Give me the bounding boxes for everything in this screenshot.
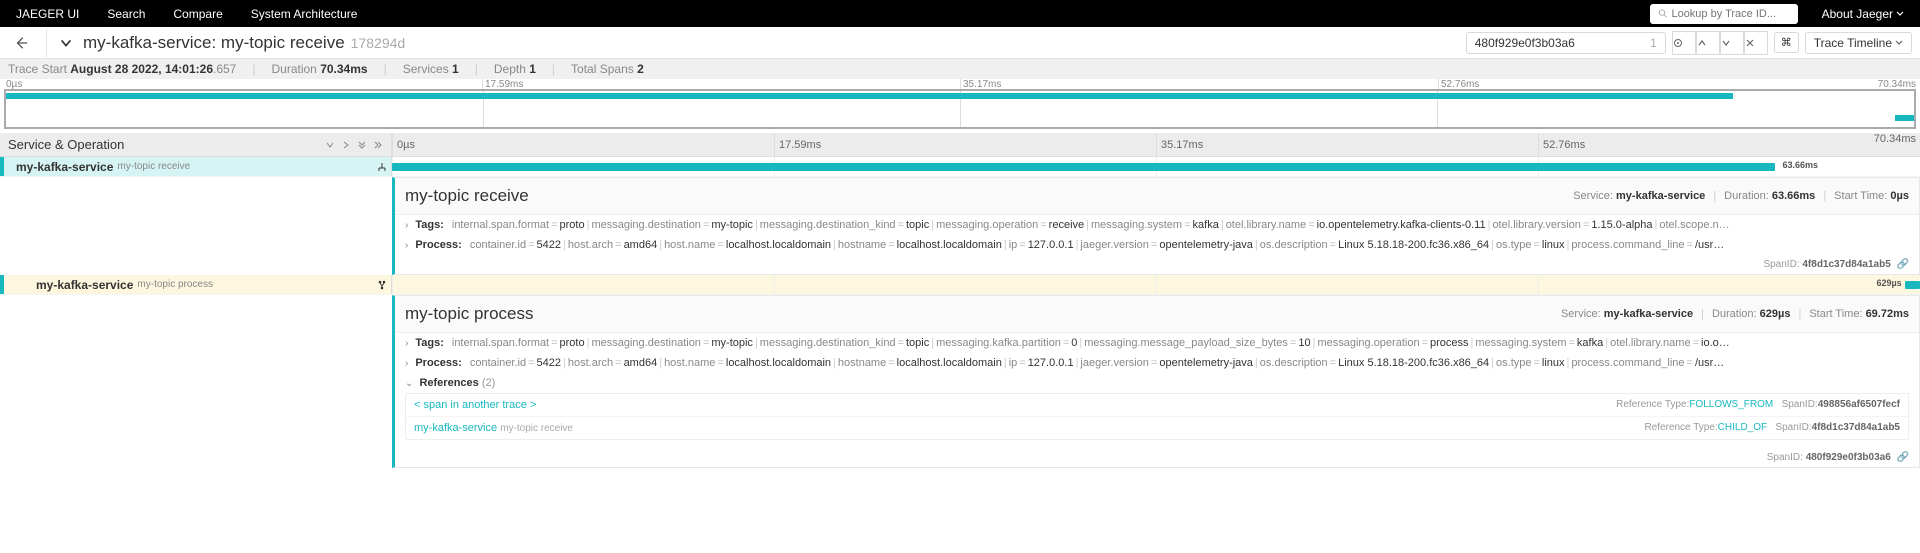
trace-search-nav [1672,31,1768,55]
search-locate-button[interactable] [1672,31,1696,55]
span-detail-title: my-topic process [405,304,533,324]
process-row[interactable]: › Process: container.id=5422|host.arch=a… [395,353,1919,373]
chevron-right-icon: › [405,338,408,349]
chevron-right-icon: › [405,240,408,251]
brand-link[interactable]: JAEGER UI [16,7,79,21]
close-icon [1745,38,1755,48]
chevron-down-icon [1895,39,1903,47]
arrow-left-icon [14,36,28,50]
chevron-down-icon [325,140,335,150]
trace-search-count: 1 [1650,36,1657,50]
service-op-header: Service & Operation [8,137,124,152]
spanid-row: SpanID: 4f8d1c37d84a1ab5 🔗 [395,255,1919,274]
double-chevron-down-icon [357,140,367,150]
span-operation: my-topic receive [117,161,190,172]
search-next-button[interactable] [1720,31,1744,55]
link-icon: 🔗 [1897,259,1909,270]
trace-title: my-kafka-service: my-topic receive 17829… [83,33,405,53]
chevron-right-icon: › [405,220,408,231]
span-detail-title: my-topic receive [405,186,529,206]
tick-3: 52.76ms [1538,133,1920,156]
trace-id-search[interactable] [1650,4,1798,24]
chevron-right-icon: › [405,358,408,369]
tick-0: 0µs [392,133,774,156]
nav-search[interactable]: Search [107,7,145,21]
chevron-down-icon: ⌄ [405,378,413,389]
search-clear-button[interactable] [1744,31,1768,55]
tick-4: 70.34ms [1870,133,1920,145]
trace-id-short: 178294d [351,35,406,51]
reference-row[interactable]: my-kafka-service my-topic receive Refere… [406,417,1908,439]
span-row[interactable]: my-kafka-service my-topic receive 63.66m… [0,157,1920,177]
double-chevron-right-icon [373,140,383,150]
spanid-row: SpanID: 480f929e0f3b03a6 🔗 [395,448,1919,467]
tags-row[interactable]: › Tags: internal.span.format=proto|messa… [395,333,1919,353]
nav-compare[interactable]: Compare [173,7,222,21]
reference-row[interactable]: < span in another trace > Reference Type… [406,394,1908,417]
tags-row[interactable]: › Tags: internal.span.format=proto|messa… [395,215,1919,235]
expand-one-button[interactable] [341,140,351,150]
collapse-toggle[interactable] [59,36,73,50]
view-mode-select[interactable]: Trace Timeline [1805,32,1912,54]
minimap-ticks: 0µs 17.59ms 35.17ms 52.76ms 70.34ms [0,79,1920,89]
span-detail: my-topic receive Service: my-kafka-servi… [392,177,1920,275]
tick-1: 17.59ms [774,133,1156,156]
minimap[interactable] [4,89,1916,129]
refs-toggle[interactable]: ⌄ References (2) [405,377,495,389]
span-service: my-kafka-service [36,278,133,292]
trace-search-value: 480f929e0f3b03a6 [1475,36,1575,50]
span-duration: 629µs [1876,278,1901,288]
collapse-one-button[interactable] [325,140,335,150]
chevron-down-icon [1721,38,1731,48]
span-operation: my-topic process [137,279,213,290]
span-duration: 63.66ms [1782,160,1818,170]
span-row[interactable]: my-kafka-service my-topic process 629µs [0,275,1920,295]
about-menu[interactable]: About Jaeger [1822,7,1904,21]
link-icon: 🔗 [1897,452,1909,463]
collapse-all-button[interactable] [357,140,367,150]
trace-header: my-kafka-service: my-topic receive 17829… [0,27,1920,59]
chevron-down-icon [1896,10,1904,18]
top-nav: JAEGER UI Search Compare System Architec… [0,0,1920,27]
search-prev-button[interactable] [1696,31,1720,55]
in-trace-search[interactable]: 480f929e0f3b03a6 1 [1466,32,1666,54]
span-detail: my-topic process Service: my-kafka-servi… [392,295,1920,468]
keyboard-shortcuts-button[interactable]: ⌘ [1774,32,1799,53]
target-icon [1673,38,1683,48]
expand-all-button[interactable] [373,140,383,150]
span-service: my-kafka-service [16,160,113,174]
process-row[interactable]: › Process: container.id=5422|host.arch=a… [395,235,1919,255]
trace-id-input[interactable] [1671,8,1789,20]
chevron-down-icon [59,36,73,50]
tree-icon [377,162,387,172]
fork-icon [377,280,387,290]
tick-2: 35.17ms [1156,133,1538,156]
nav-arch[interactable]: System Architecture [251,7,358,21]
back-button[interactable] [8,36,34,50]
chevron-right-icon [341,140,351,150]
chevron-up-icon [1697,38,1707,48]
search-icon [1658,8,1668,19]
trace-meta: Trace Start August 28 2022, 14:01:26.657… [0,59,1920,79]
timeline-header: Service & Operation 0µs 17.59ms 35.17ms … [0,133,1920,157]
